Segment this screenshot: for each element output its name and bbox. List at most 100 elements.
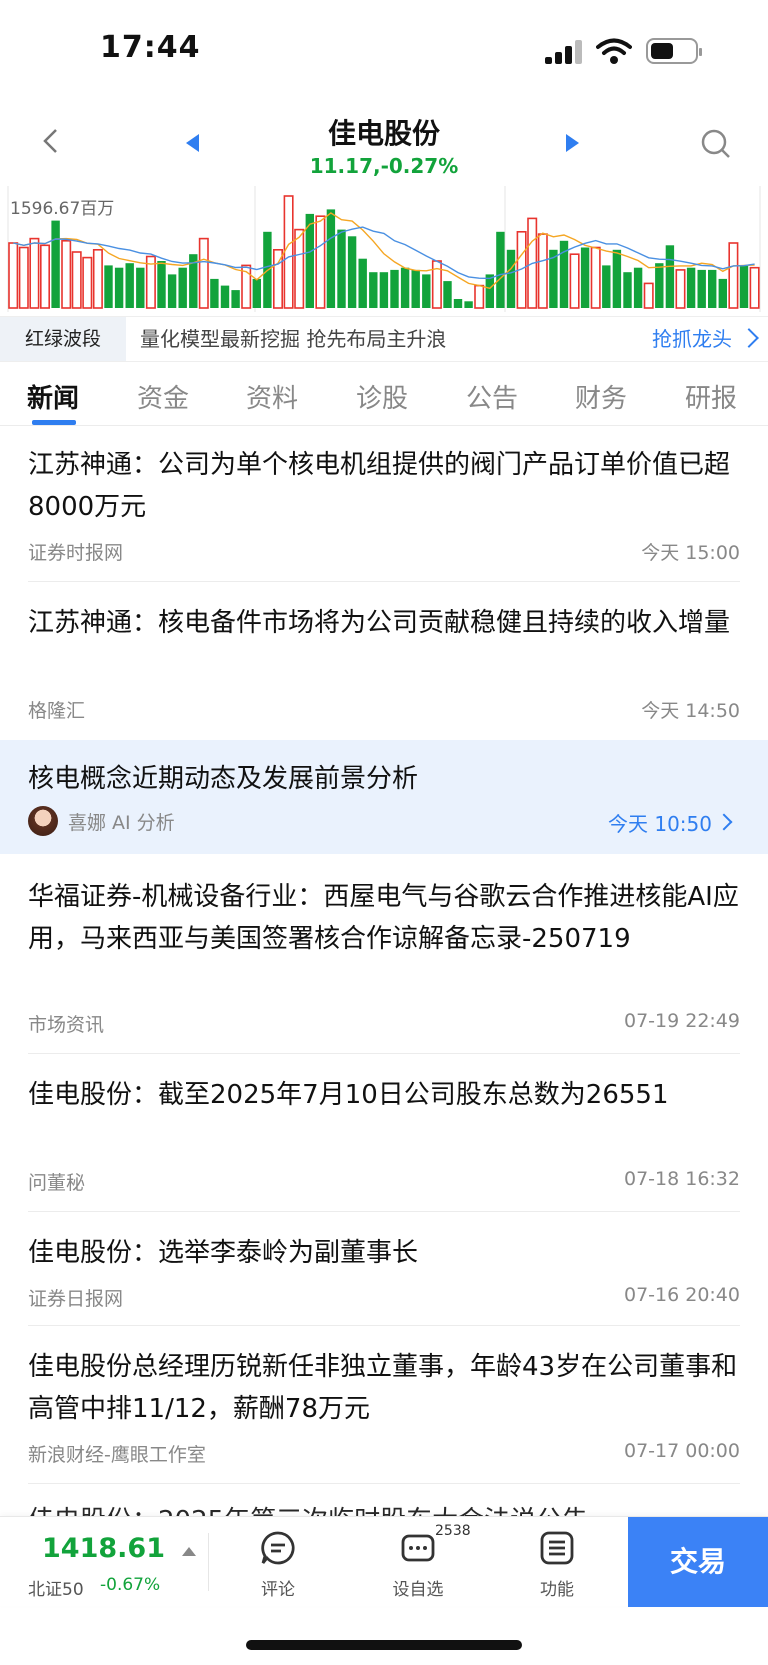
banner-tag: 红绿波段 (0, 317, 126, 361)
functions-button[interactable]: 功能 (512, 1529, 602, 1600)
news-source: 格隆汇 (28, 700, 86, 722)
volume-bar (686, 267, 696, 308)
volume-bar (136, 267, 145, 308)
watchlist-label: 设自选 (392, 1580, 444, 1600)
news-source: 证券时报网 (28, 542, 124, 564)
volume-bar (369, 272, 378, 308)
volume-chart[interactable]: 1596.67百万 (0, 186, 768, 312)
news-source: 问董秘 (28, 1172, 86, 1194)
tab-financials[interactable]: 财务 (575, 378, 627, 415)
index-change: -0.67% (100, 1575, 161, 1595)
news-source: 证券日报网 (28, 1288, 124, 1310)
news-item[interactable]: 佳电股份：截至2025年7月10日公司股东总数为26551 问董秘 07-18 … (0, 1070, 768, 1212)
volume-bar (125, 263, 134, 308)
news-time: 07-16 20:40 (623, 1284, 740, 1306)
stock-name: 佳电股份 (327, 117, 440, 150)
volume-bar (464, 301, 473, 308)
news-item[interactable]: 佳电股份：选举李泰岭为副董事长 证券日报网 07-16 20:40 (0, 1228, 768, 1326)
volume-bar (294, 228, 305, 309)
active-tab-indicator (32, 420, 76, 425)
watch-count-badge: 2538 (435, 1523, 471, 1539)
volume-bar (39, 244, 50, 309)
volume-bar (485, 274, 494, 308)
next-stock-icon[interactable] (566, 134, 579, 152)
banner-link[interactable]: 抢抓龙头 (652, 317, 732, 361)
comment-label: 评论 (261, 1580, 295, 1600)
news-time: 今天 15:00 (641, 542, 740, 564)
volume-bar (231, 290, 240, 308)
volume-bar (590, 246, 601, 309)
volume-bar (337, 229, 346, 308)
tab-research[interactable]: 研报 (685, 378, 737, 415)
volume-bar (411, 269, 420, 308)
volume-bar (210, 278, 219, 308)
tab-funds[interactable]: 资金 (137, 378, 189, 415)
volume-bar (18, 246, 29, 309)
divider (28, 1483, 740, 1484)
volume-bar (537, 233, 548, 309)
ai-avatar (28, 806, 58, 836)
news-item[interactable]: 华福证券-机械设备行业：西屋电气与谷歌云合作推进核能AI应用，马来西亚与美国签署… (0, 872, 768, 1054)
comment-button[interactable]: 评论 (233, 1529, 323, 1600)
volume-bar (347, 236, 357, 308)
volume-bar (104, 265, 113, 308)
volume-bar (728, 242, 739, 309)
volume-bar (697, 269, 706, 308)
tab-diagnosis[interactable]: 诊股 (356, 378, 408, 415)
news-time: 07-19 22:49 (623, 1010, 740, 1032)
promo-banner[interactable]: 红绿波段 量化模型最新挖掘 抢先布局主升浪 抢抓龙头 (0, 316, 768, 362)
news-item[interactable]: 佳电股份总经理历锐新任非独立董事，年龄43岁在公司董事和高管中排11/12，薪酬… (0, 1342, 768, 1484)
volume-bar (400, 267, 410, 308)
watchlist-icon (401, 1534, 435, 1562)
news-item[interactable]: 江苏神通：公司为单个核电机组提供的阀门产品订单价值已超8000万元 证券时报网 … (0, 440, 768, 582)
content-tabs: 新闻 资金 资料 诊股 公告 财务 研报 (0, 366, 768, 426)
volume-bar (602, 265, 611, 308)
chevron-right-icon (739, 328, 759, 348)
volume-bar (612, 249, 622, 308)
volume-bar (71, 251, 82, 309)
volume-bar (506, 249, 516, 308)
volume-bar (718, 278, 727, 308)
stock-header: 佳电股份 11.17,-0.27% (0, 100, 768, 184)
volume-bar (390, 269, 399, 308)
index-value[interactable]: 1418.61 (42, 1533, 165, 1564)
volume-bar (749, 266, 760, 309)
volume-bar (167, 274, 177, 308)
news-title: 佳电股份：截至2025年7月10日公司股东总数为26551 (28, 1080, 669, 1110)
stock-quote: 11.17,-0.27% (309, 154, 459, 178)
banner-text: 量化模型最新挖掘 抢先布局主升浪 (140, 327, 447, 351)
home-indicator (246, 1640, 522, 1650)
trade-button[interactable]: 交易 (628, 1517, 768, 1607)
volume-max-label: 1596.67百万 (10, 199, 115, 219)
volume-bar (252, 278, 261, 308)
tab-announcements[interactable]: 公告 (466, 378, 518, 415)
add-watchlist-button[interactable]: 2538 设自选 (373, 1523, 471, 1600)
volume-bar (580, 247, 590, 308)
tab-news[interactable]: 新闻 (27, 378, 79, 415)
volume-bar (157, 261, 166, 308)
news-source: 新浪财经-鹰眼工作室 (28, 1444, 206, 1466)
chevron-right-icon (715, 813, 733, 831)
news-time: 今天 14:50 (641, 700, 740, 722)
expand-up-icon[interactable] (182, 1547, 196, 1556)
news-title: 江苏神通：核电备件市场将为公司贡献稳健且持续的收入增量 (28, 608, 731, 638)
news-time: 07-17 00:00 (623, 1440, 740, 1462)
news-item[interactable]: 江苏神通：核电备件市场将为公司贡献稳健且持续的收入增量 格隆汇 今天 14:50 (0, 598, 768, 740)
volume-bar (708, 269, 717, 308)
volume-chart-svg (7, 186, 761, 312)
volume-bar (675, 269, 686, 309)
volume-bar (422, 274, 431, 308)
volume-bar (665, 245, 675, 308)
battery-icon (646, 38, 702, 64)
divider (28, 1053, 740, 1054)
ai-analysis-source: 喜娜 AI 分析 (68, 812, 175, 834)
volume-bar (178, 267, 187, 308)
wifi-icon (596, 38, 632, 64)
ai-analysis-item[interactable]: 核电概念近期动态及发展前景分析 喜娜 AI 分析 今天 10:50 (0, 740, 768, 854)
news-title: 佳电股份：选举李泰岭为副董事长 (28, 1238, 419, 1268)
search-icon[interactable] (700, 128, 732, 160)
divider (28, 1211, 740, 1212)
status-bar: 17:44 (0, 0, 768, 100)
index-name: 北证50 (28, 1580, 84, 1600)
tab-profile[interactable]: 资料 (246, 378, 298, 415)
